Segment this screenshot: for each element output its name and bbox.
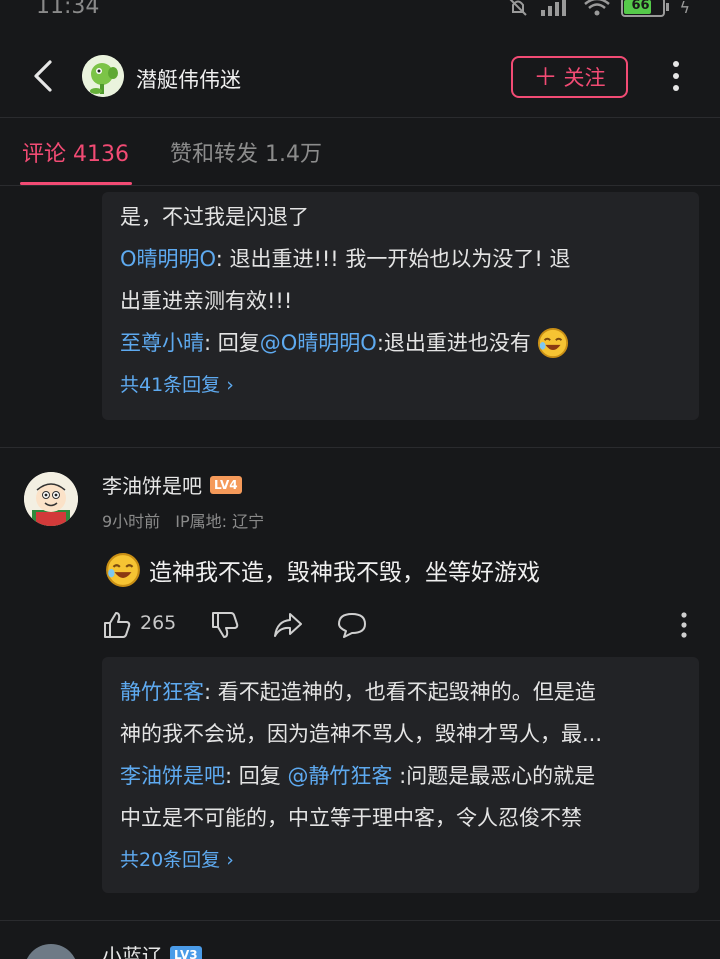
comment-ip: IP属地: 辽宁 xyxy=(175,512,265,531)
status-bar: 11:34 66 ϟ xyxy=(0,0,720,28)
follow-button[interactable]: ＋ 关注 xyxy=(511,56,628,98)
divider xyxy=(0,447,720,448)
signal-icon xyxy=(541,0,567,16)
back-icon[interactable] xyxy=(28,58,58,94)
reply-author[interactable]: 静竹狂客 xyxy=(120,680,204,704)
dislike-icon[interactable] xyxy=(210,610,240,640)
comment-username[interactable]: 小蓝辽 xyxy=(102,940,162,959)
status-time: 11:34 xyxy=(36,0,100,19)
reply-line: 至尊小晴: 回复 @O晴明明O :退出重进也没有 xyxy=(120,322,681,364)
battery-level: 66 xyxy=(631,0,650,13)
comment-meta: 9小时前 IP属地: 辽宁 xyxy=(102,508,264,532)
tab-bar: 评论 4136 赞和转发 1.4万 xyxy=(0,118,720,186)
top-bar: 潜艇伟伟迷 ＋ 关注 xyxy=(0,28,720,118)
comment-author[interactable]: 李油饼是吧 LV4 xyxy=(102,470,242,499)
follow-label: 关注 xyxy=(563,66,606,90)
comment-username[interactable]: 李油饼是吧 xyxy=(102,470,202,499)
divider xyxy=(0,920,720,921)
reply-author[interactable]: 至尊小晴 xyxy=(120,322,204,364)
like-icon[interactable] xyxy=(102,610,132,640)
author-name[interactable]: 潜艇伟伟迷 xyxy=(136,64,241,94)
reply-line: 神的我不会说，因为造神不骂人，毁神才骂人，最... xyxy=(120,722,603,746)
charging-icon: ϟ xyxy=(679,0,690,17)
level-badge: LV4 xyxy=(210,475,242,494)
reply-line: 出重进亲测有效!!! xyxy=(120,289,293,313)
tab-likes-shares[interactable]: 赞和转发 1.4万 xyxy=(170,136,322,168)
laughing-emoji xyxy=(106,553,140,587)
reply-thread[interactable]: 静竹狂客: 看不起造神的，也看不起毁神的。但是造 神的我不会说，因为造神不骂人，… xyxy=(102,657,699,893)
reply-icon[interactable] xyxy=(336,610,368,640)
share-icon[interactable] xyxy=(272,610,304,640)
mute-icon xyxy=(510,0,528,16)
plus-icon: ＋ xyxy=(533,63,558,91)
status-icons: 66 ϟ xyxy=(507,0,690,18)
avatar[interactable] xyxy=(24,944,78,959)
tab-comments[interactable]: 评论 4136 xyxy=(22,136,129,168)
more-vertical-icon[interactable] xyxy=(678,610,690,640)
mention-link[interactable]: @静竹狂客 xyxy=(287,764,392,788)
view-more-replies[interactable]: 共20条回复 › xyxy=(120,839,681,881)
laughing-emoji xyxy=(537,327,568,359)
comment-body: 造神我不造，毁神我不毁，坐等好游戏 xyxy=(149,560,540,586)
level-badge: LV3 xyxy=(170,945,202,959)
author-avatar[interactable] xyxy=(82,55,124,97)
more-vertical-icon[interactable] xyxy=(666,58,686,94)
wifi-icon xyxy=(584,0,611,16)
comment-text: 造神我不造，毁神我不毁，坐等好游戏 xyxy=(105,552,540,588)
view-more-replies[interactable]: 共41条回复 › xyxy=(120,364,681,406)
reply-thread-previous[interactable]: 是，不过我是闪退了 O晴明明O: 退出重进!!! 我一开始也以为没了! 退 出重… xyxy=(102,192,699,420)
comment-time: 9小时前 xyxy=(102,512,161,531)
like-count: 265 xyxy=(140,612,177,634)
comments-page: 11:34 66 ϟ 潜艇伟伟迷 ＋ 关注 评论 4136 赞和转发 1.4万 … xyxy=(0,0,720,959)
reply-line: 是，不过我是闪退了 xyxy=(120,205,309,229)
comment-author[interactable]: 小蓝辽 LV3 xyxy=(102,940,202,959)
reply-line: O晴明明O: 退出重进!!! 我一开始也以为没了! 退 xyxy=(120,247,571,271)
reply-line: 李油饼是吧: 回复 @静竹狂客 :问题是最恶心的就是 xyxy=(120,764,596,788)
mention-link[interactable]: @O晴明明O xyxy=(260,322,377,364)
reply-author[interactable]: O晴明明O xyxy=(120,247,216,271)
comment-actions: 265 xyxy=(102,606,702,642)
battery-icon: 66 xyxy=(621,0,670,17)
avatar[interactable] xyxy=(24,472,78,526)
reply-author[interactable]: 李油饼是吧 xyxy=(120,764,225,788)
reply-line: 中立是不可能的，中立等于理中客，令人忍俊不禁 xyxy=(120,806,582,830)
active-tab-indicator xyxy=(20,182,132,185)
reply-line: 静竹狂客: 看不起造神的，也看不起毁神的。但是造 xyxy=(120,680,596,704)
